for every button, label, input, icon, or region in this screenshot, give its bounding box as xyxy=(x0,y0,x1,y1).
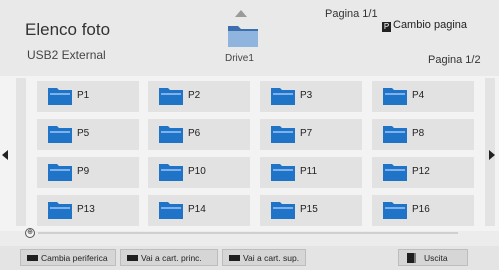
folder-tile[interactable]: P4 xyxy=(372,81,474,112)
folder-icon xyxy=(271,202,295,219)
folder-tile[interactable]: P16 xyxy=(372,195,474,226)
up-folder-button[interactable]: Vai a cart. sup. xyxy=(222,249,306,266)
scroll-icon[interactable]: ⊕ xyxy=(25,228,35,238)
folder-icon xyxy=(383,126,407,143)
scrollbar[interactable] xyxy=(38,232,458,234)
folder-tile[interactable]: P10 xyxy=(148,157,250,188)
folder-icon xyxy=(159,126,183,143)
folder-tile[interactable]: P5 xyxy=(37,119,139,150)
folder-label: P16 xyxy=(412,204,430,215)
exit-label: Uscita xyxy=(424,253,448,263)
folder-icon xyxy=(48,164,72,181)
page-indicator: Pagina 1/2 xyxy=(428,54,481,66)
page-indicator-top: Pagina 1/1 xyxy=(325,8,378,20)
folder-icon xyxy=(383,88,407,105)
page-title: Elenco foto xyxy=(25,20,111,39)
folder-tile[interactable]: P11 xyxy=(260,157,362,188)
folder-tile[interactable]: P12 xyxy=(372,157,474,188)
home-folder-label: Vai a cart. princ. xyxy=(141,253,202,263)
folder-label: P12 xyxy=(412,166,430,177)
folder-icon xyxy=(271,164,295,181)
folder-label: P5 xyxy=(77,128,90,139)
folder-icon xyxy=(48,202,72,219)
p-key-icon: P xyxy=(382,22,391,32)
drive-label: Drive1 xyxy=(225,53,254,64)
page-change-label: Cambio pagina xyxy=(393,19,467,31)
folder-tile[interactable]: P7 xyxy=(260,119,362,150)
folder-icon xyxy=(271,126,295,143)
exit-door-icon xyxy=(407,253,416,263)
folder-label: P15 xyxy=(300,204,318,215)
folder-tile[interactable]: P3 xyxy=(260,81,362,112)
prev-page-strip[interactable] xyxy=(16,78,26,226)
folder-icon xyxy=(271,88,295,105)
folder-icon xyxy=(159,88,183,105)
key-icon xyxy=(229,255,240,261)
folder-tile[interactable]: P15 xyxy=(260,195,362,226)
folder-label: P6 xyxy=(188,128,201,139)
drive-folder-icon[interactable] xyxy=(227,22,259,48)
folder-label: P1 xyxy=(77,90,90,101)
prev-arrow-icon[interactable] xyxy=(2,150,8,160)
next-arrow-icon[interactable] xyxy=(489,150,495,160)
folder-label: P3 xyxy=(300,90,313,101)
folder-tile[interactable]: P9 xyxy=(37,157,139,188)
folder-label: P2 xyxy=(188,90,201,101)
change-device-button[interactable]: Cambia periferica xyxy=(20,249,116,266)
device-name: USB2 External xyxy=(27,48,106,62)
folder-tile[interactable]: P8 xyxy=(372,119,474,150)
page-change-hint: P Cambio pagina xyxy=(382,19,467,32)
folder-label: P14 xyxy=(188,204,206,215)
folder-icon xyxy=(48,126,72,143)
folder-label: P8 xyxy=(412,128,425,139)
key-icon xyxy=(27,255,38,261)
change-device-label: Cambia periferica xyxy=(41,253,108,263)
up-folder-label: Vai a cart. sup. xyxy=(243,253,300,263)
folder-tile[interactable]: P2 xyxy=(148,81,250,112)
folder-tile[interactable]: P6 xyxy=(148,119,250,150)
folder-icon xyxy=(48,88,72,105)
folder-label: P10 xyxy=(188,166,206,177)
folder-label: P4 xyxy=(412,90,425,101)
folder-tile[interactable]: P14 xyxy=(148,195,250,226)
exit-button[interactable]: Uscita xyxy=(398,249,468,266)
folder-label: P13 xyxy=(77,204,95,215)
folder-label: P9 xyxy=(77,166,90,177)
home-folder-button[interactable]: Vai a cart. princ. xyxy=(120,249,218,266)
folder-icon xyxy=(383,202,407,219)
folder-label: P11 xyxy=(300,166,318,177)
folder-tile[interactable]: P13 xyxy=(37,195,139,226)
up-arrow-icon[interactable] xyxy=(235,10,247,17)
folder-icon xyxy=(159,202,183,219)
folder-icon xyxy=(159,164,183,181)
folder-label: P7 xyxy=(300,128,313,139)
key-icon xyxy=(127,255,138,261)
folder-icon xyxy=(383,164,407,181)
folder-tile[interactable]: P1 xyxy=(37,81,139,112)
